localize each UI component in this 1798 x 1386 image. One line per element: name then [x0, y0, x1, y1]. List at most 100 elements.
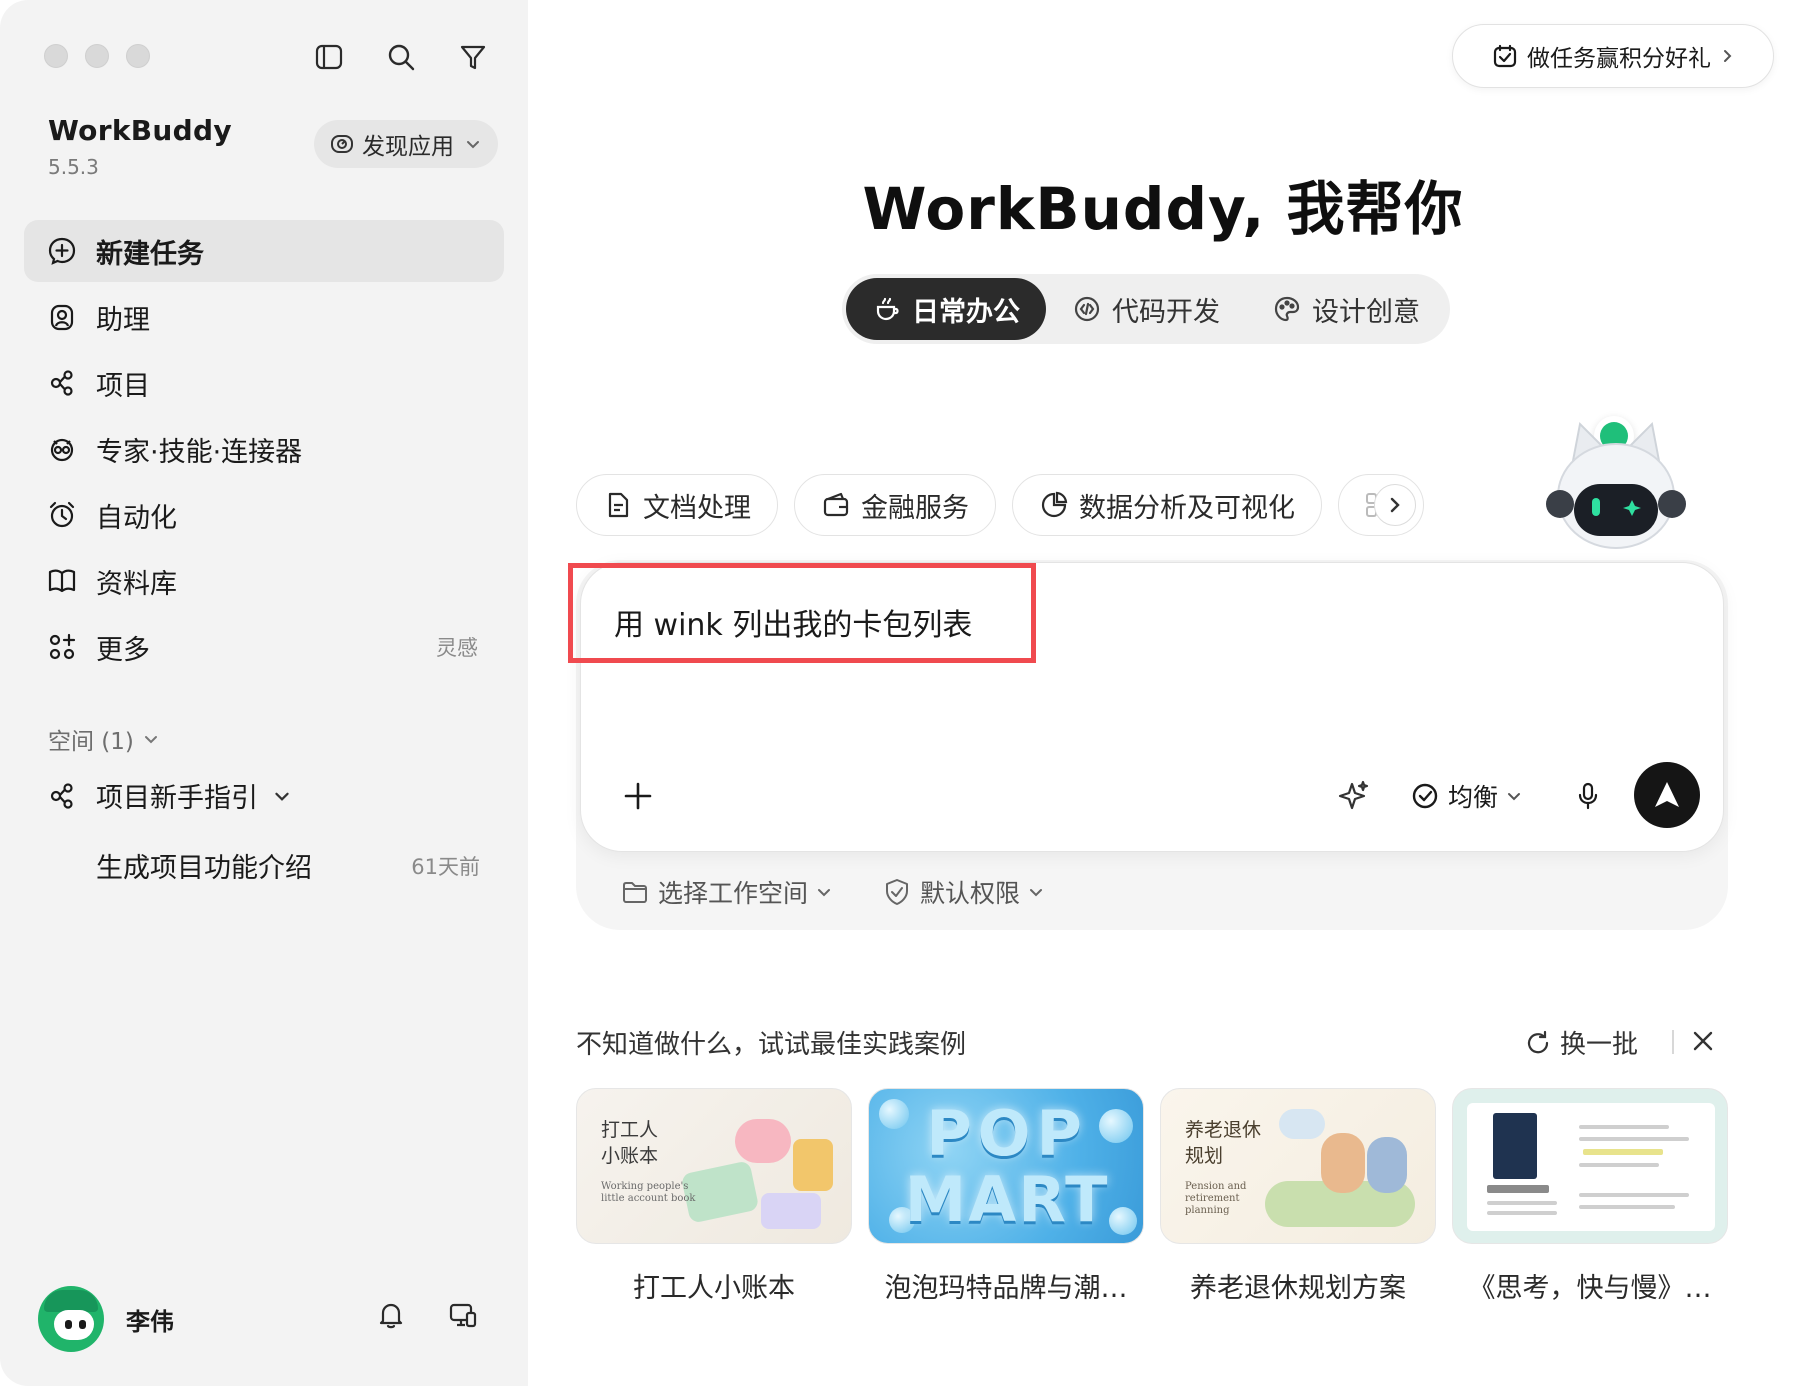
send-arrow-icon — [1655, 782, 1679, 807]
thumb-title-line: 规划 — [1185, 1145, 1224, 1167]
calendar-check-icon — [1493, 44, 1517, 68]
funnel-icon — [460, 45, 486, 70]
chevron-right-icon — [1724, 50, 1732, 62]
thumb-subtitle-line: retirement — [1185, 1193, 1240, 1204]
case-title: 泡泡玛特品牌与潮… — [884, 1273, 1128, 1304]
pie-chart-icon — [1041, 491, 1068, 518]
thumb-subtitle-line: little account book — [601, 1193, 696, 1204]
document-icon — [608, 492, 629, 518]
project-task-item[interactable]: 生成项目功能介绍 61天前 — [96, 846, 480, 885]
inspiration-link[interactable]: 灵感 — [436, 632, 478, 662]
palette-icon — [1274, 296, 1300, 322]
project-name: 项目新手指引 — [96, 783, 258, 814]
toggle-sidebar-button[interactable] — [310, 38, 348, 76]
voice-input-button[interactable] — [1568, 776, 1608, 816]
case-card-retirement-plan[interactable]: 养老退休 规划 Pension and retirement planning 养老退… — [1160, 1088, 1436, 1305]
check-circle-icon — [1412, 783, 1438, 809]
refresh-cases-button[interactable]: 换一批 — [1524, 1024, 1638, 1061]
window-controls — [44, 44, 150, 68]
chip-financial-services[interactable]: 金融服务 — [794, 474, 996, 536]
cases-section-title: 不知道做什么，试试最佳实践案例 — [576, 1030, 967, 1060]
chip-document-processing[interactable]: 文档处理 — [576, 474, 778, 536]
case-title: 打工人小账本 — [633, 1273, 795, 1304]
chevron-right-icon — [1390, 497, 1400, 513]
thumb-subtitle-line: Pension and — [1185, 1181, 1247, 1192]
sidebar: WorkBuddy 5.5.3 发现应用 新建任务 助理 项目 专家·技能·连接… — [0, 0, 528, 1386]
wallet-icon — [823, 492, 849, 517]
grid-plus-icon — [49, 633, 76, 660]
quick-chips: 文档处理 金融服务 数据分析及可视化 — [576, 474, 1424, 536]
composer-options: 选择工作空间 默认权限 — [620, 874, 1044, 910]
sidebar-item-label: 助理 — [96, 304, 150, 336]
tab-design-creative[interactable]: 设计创意 — [1246, 278, 1446, 340]
page-title: WorkBuddy, 我帮你 — [862, 175, 1464, 243]
sidebar-item-library[interactable]: 资料库 — [24, 550, 504, 612]
coffee-cup-icon — [876, 297, 899, 321]
sidebar-item-automation[interactable]: 自动化 — [24, 484, 504, 546]
project-icon — [50, 782, 73, 809]
devices-button[interactable] — [444, 1296, 482, 1334]
minimize-window-button[interactable] — [85, 44, 109, 68]
sidebar-item-experts-skills-connectors[interactable]: 专家·技能·连接器 — [24, 418, 504, 480]
model-selector[interactable]: 均衡 — [1410, 776, 1522, 816]
sparkle-icon — [1338, 780, 1369, 810]
avatar — [38, 1286, 104, 1352]
sidebar-toolbar — [310, 38, 492, 76]
close-icon — [1693, 1031, 1713, 1051]
space-section-header[interactable]: 空间 (1) — [48, 722, 160, 756]
expert-icon — [50, 438, 74, 462]
zoom-window-button[interactable] — [126, 44, 150, 68]
sidebar-item-more[interactable]: 更多 灵感 — [24, 616, 504, 678]
case-card-worker-ledger[interactable]: 打工人 小账本 Working people's little account bo… — [576, 1088, 852, 1305]
discover-apps-label: 发现应用 — [362, 134, 454, 160]
discover-icon — [331, 135, 353, 153]
enhance-prompt-button[interactable] — [1334, 776, 1374, 816]
notifications-button[interactable] — [372, 1296, 410, 1334]
brand: WorkBuddy 5.5.3 — [48, 114, 232, 179]
sidebar-item-new-task[interactable]: 新建任务 — [24, 220, 504, 282]
bell-icon — [379, 1303, 403, 1329]
chevron-down-icon — [275, 792, 289, 801]
sidebar-item-assistant[interactable]: 助理 — [24, 286, 504, 348]
folder-icon — [623, 882, 647, 903]
case-card-thinking-fast-slow[interactable]: 《思考，快与慢》… — [1452, 1088, 1728, 1305]
refresh-icon — [1527, 1030, 1549, 1053]
sidebar-item-label: 自动化 — [96, 502, 177, 534]
sidebar-item-label: 项目 — [96, 370, 150, 402]
thumb-subtitle-line: planning — [1185, 1205, 1230, 1216]
thumb-title-line: 打工人 — [601, 1119, 659, 1141]
task-reward-label: 做任务赢积分好礼 — [1527, 46, 1711, 72]
case-card-popmart[interactable]: POP MART 泡泡玛特品牌与潮… — [868, 1088, 1144, 1305]
close-window-button[interactable] — [44, 44, 68, 68]
task-reward-button[interactable]: 做任务赢积分好礼 — [1452, 24, 1774, 88]
microphone-icon — [1578, 782, 1598, 810]
discover-apps-button[interactable]: 发现应用 — [314, 120, 498, 168]
sidebar-panel-icon — [315, 44, 343, 70]
assistant-icon — [50, 304, 74, 331]
chip-data-analysis[interactable]: 数据分析及可视化 — [1012, 474, 1322, 536]
user-profile[interactable]: 李伟 — [38, 1286, 174, 1352]
filter-button[interactable] — [454, 38, 492, 76]
sidebar-item-label: 新建任务 — [96, 238, 204, 270]
thumb-subtitle-line: Working people's — [601, 1181, 689, 1192]
app-version: 5.5.3 — [48, 155, 99, 179]
divider — [1672, 1030, 1674, 1054]
sidebar-nav: 新建任务 助理 项目 专家·技能·连接器 自动化 资料库 更多 灵感 — [24, 220, 504, 682]
user-name: 李伟 — [126, 1307, 174, 1336]
alarm-clock-icon — [49, 501, 75, 528]
close-cases-button[interactable] — [1686, 1024, 1720, 1058]
highlight-box — [568, 563, 1036, 663]
workspace-selector[interactable]: 选择工作空间 — [620, 874, 832, 910]
tab-daily-office[interactable]: 日常办公 — [846, 278, 1046, 340]
chips-next-button[interactable] — [1374, 484, 1416, 526]
add-attachment-button[interactable] — [616, 774, 660, 818]
brand-name: WorkBuddy — [48, 114, 232, 147]
send-button[interactable] — [1634, 762, 1700, 828]
chip-label: 数据分析及可视化 — [1079, 492, 1295, 524]
project-task-time: 61天前 — [411, 854, 480, 879]
sidebar-item-project[interactable]: 项目 — [24, 352, 504, 414]
tab-code-dev[interactable]: 代码开发 — [1046, 278, 1246, 340]
search-button[interactable] — [382, 38, 420, 76]
permission-selector[interactable]: 默认权限 — [882, 874, 1044, 910]
project-item-onboarding[interactable]: 项目新手指引 — [46, 776, 292, 815]
